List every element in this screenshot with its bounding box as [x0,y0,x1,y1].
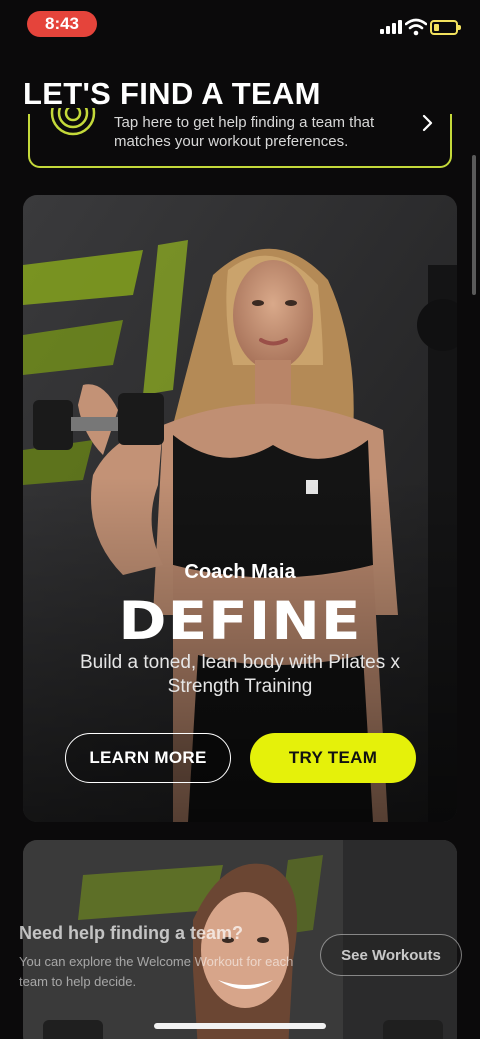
try-team-button[interactable]: TRY TEAM [250,733,416,783]
overlay-text: You can explore the Welcome Workout for … [19,954,294,989]
status-time: 8:43 [27,11,97,37]
help-banner[interactable]: Tap here to get help finding a team that… [28,108,452,168]
see-workouts-button[interactable]: See Workouts [320,934,462,976]
team-name: DEFINE [118,590,362,652]
learn-more-button[interactable]: LEARN MORE [65,733,231,783]
wifi-icon [405,18,427,36]
help-banner-text: Tap here to get help finding a team that… [114,114,375,150]
coach-name: Coach Maia [184,561,296,583]
coach-photo [23,195,457,822]
cellular-signal-icon [380,20,402,34]
team-description: Build a toned, lean body with Pilates x … [79,652,401,697]
battery-low-icon [430,20,461,35]
home-indicator[interactable] [154,1023,326,1029]
page-title: LET'S FIND A TEAM [23,76,321,111]
team-card[interactable]: Coach Maia DEFINE Build a toned, lean bo… [23,195,457,822]
status-bar: 8:43 [0,0,480,50]
overlay-title: Need help finding a team? [19,923,244,943]
radar-icon [50,108,96,136]
chevron-right-icon [422,114,433,132]
scrollbar[interactable] [472,155,476,295]
